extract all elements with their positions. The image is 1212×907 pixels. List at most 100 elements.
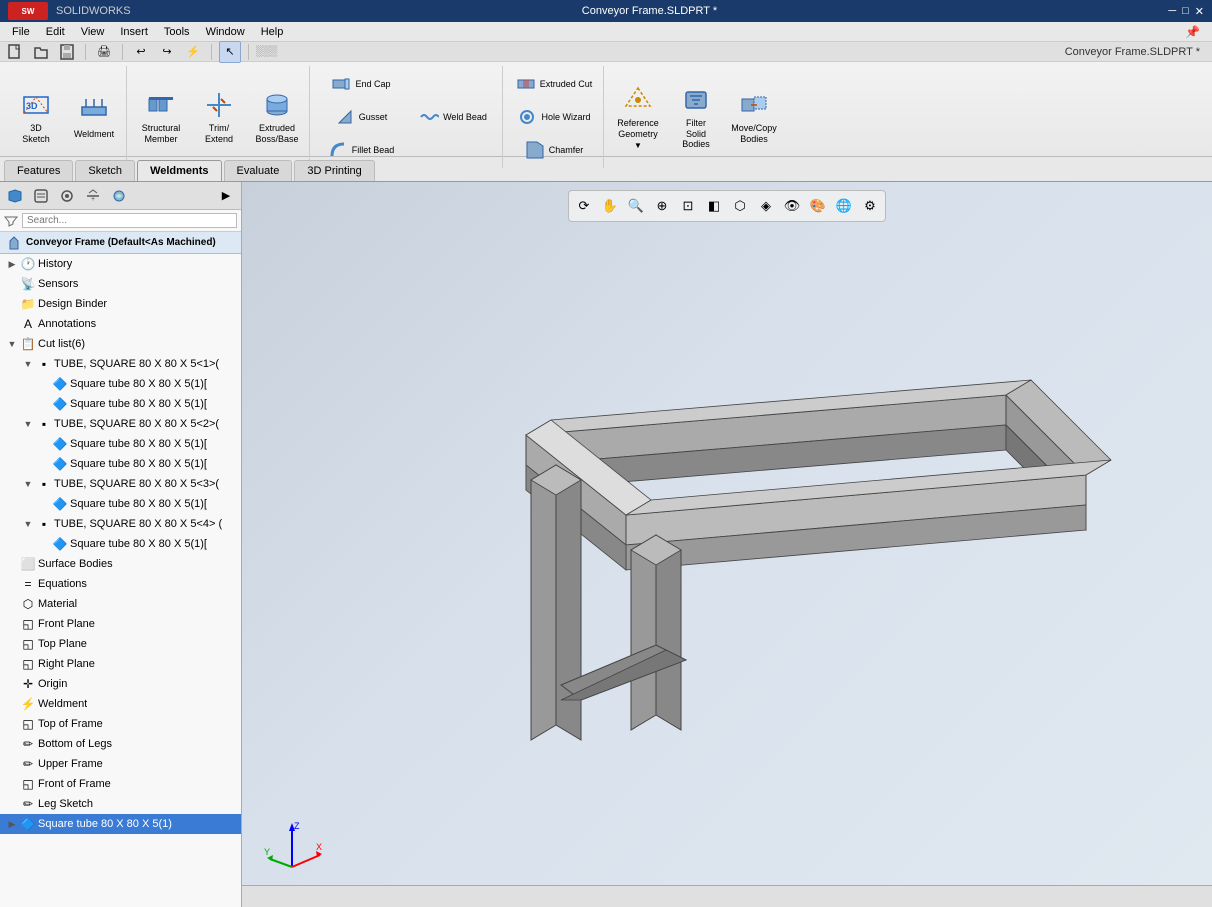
tab-weldments[interactable]: Weldments: [137, 160, 221, 181]
tree-item-upper-frame[interactable]: ▶ ✏ Upper Frame: [0, 754, 241, 774]
extruded-boss-btn[interactable]: ExtrudedBoss/Base: [249, 82, 305, 152]
tree-item-design-binder[interactable]: ▶ 📁 Design Binder: [0, 294, 241, 314]
tree-expand-tube3[interactable]: ▼: [22, 478, 34, 490]
filter-input[interactable]: [22, 213, 237, 228]
new-document-btn[interactable]: [4, 41, 26, 63]
tree-item-tube3[interactable]: ▼ ▪ TUBE, SQUARE 80 X 80 X 5<3>(: [0, 474, 241, 494]
menu-insert[interactable]: Insert: [112, 24, 156, 40]
solidworks-logo: SW: [8, 2, 48, 20]
weldment-btn[interactable]: Weldment: [66, 82, 122, 152]
tab-features[interactable]: Features: [4, 160, 73, 181]
tree-label-upper-frame: Upper Frame: [38, 758, 103, 770]
undo-btn[interactable]: ↩: [130, 41, 152, 63]
toolbar-group-cut: Extruded Cut Hole Wizard: [505, 66, 604, 168]
display-style-btn[interactable]: ◈: [755, 195, 777, 217]
panel-expand-btn[interactable]: ▶: [215, 185, 237, 207]
tree-item-origin[interactable]: ▶ ✛ Origin: [0, 674, 241, 694]
weld-bead-label: Weld Bead: [443, 112, 487, 122]
feature-manager-btn[interactable]: [4, 185, 26, 207]
tree-expand-cutlist[interactable]: ▼: [6, 338, 18, 350]
3d-sketch-btn[interactable]: 3D 3DSketch: [8, 82, 64, 152]
fit-view-btn[interactable]: ⊡: [677, 195, 699, 217]
rebuild-btn[interactable]: ⚡: [182, 41, 204, 63]
tree-expand-square-tube-selected[interactable]: ▶: [6, 818, 18, 830]
maximize-btn[interactable]: □: [1182, 5, 1189, 18]
menu-window[interactable]: Window: [198, 24, 253, 40]
tab-evaluate[interactable]: Evaluate: [224, 160, 293, 181]
rotate-view-btn[interactable]: ⟳: [573, 195, 595, 217]
scene-btn[interactable]: 🌐: [833, 195, 855, 217]
menu-edit[interactable]: Edit: [38, 24, 73, 40]
dime-xpert-btn[interactable]: +: [82, 185, 104, 207]
tree-expand-tube4[interactable]: ▼: [22, 518, 34, 530]
redo-btn[interactable]: ↪: [156, 41, 178, 63]
tree-label-top-plane: Top Plane: [38, 638, 87, 650]
tree-item-tube2-b[interactable]: ▶ 🔷 Square tube 80 X 80 X 5(1)[: [0, 454, 241, 474]
chamfer-btn[interactable]: Chamfer: [509, 134, 599, 166]
tree-item-cutlist[interactable]: ▼ 📋 Cut list(6): [0, 334, 241, 354]
save-document-btn[interactable]: [56, 41, 78, 63]
menu-help[interactable]: Help: [253, 24, 292, 40]
end-cap-btn[interactable]: End Cap: [316, 68, 406, 100]
zoom-view-btn[interactable]: 🔍: [625, 195, 647, 217]
close-btn[interactable]: ✕: [1195, 5, 1204, 18]
appearance-btn[interactable]: 🎨: [807, 195, 829, 217]
pan-view-btn[interactable]: ✋: [599, 195, 621, 217]
tree-item-tube4[interactable]: ▼ ▪ TUBE, SQUARE 80 X 80 X 5<4> (: [0, 514, 241, 534]
tree-item-history[interactable]: ▶ 🕐 History: [0, 254, 241, 274]
tree-item-front-plane[interactable]: ▶ ◱ Front Plane: [0, 614, 241, 634]
view-settings-btn[interactable]: ⚙: [859, 195, 881, 217]
3d-sketch-label: 3DSketch: [22, 123, 50, 145]
tree-item-tube4-a[interactable]: ▶ 🔷 Square tube 80 X 80 X 5(1)[: [0, 534, 241, 554]
minimize-btn[interactable]: ─: [1168, 5, 1176, 18]
hole-wizard-btn[interactable]: Hole Wizard: [509, 101, 599, 133]
tab-sketch[interactable]: Sketch: [75, 160, 135, 181]
tab-3dprinting[interactable]: 3D Printing: [294, 160, 374, 181]
reference-geometry-btn[interactable]: ReferenceGeometry ▼: [610, 82, 666, 152]
menu-tools[interactable]: Tools: [156, 24, 198, 40]
zoom-area-btn[interactable]: ⊕: [651, 195, 673, 217]
tree-item-weldment[interactable]: ▶ ⚡ Weldment: [0, 694, 241, 714]
tree-item-leg-sketch[interactable]: ▶ ✏ Leg Sketch: [0, 794, 241, 814]
menu-file[interactable]: File: [4, 24, 38, 40]
print-btn[interactable]: 🖨: [93, 41, 115, 63]
tree-expand-history[interactable]: ▶: [6, 258, 18, 270]
view-selector-btn[interactable]: ⬡: [729, 195, 751, 217]
tree-item-front-of-frame[interactable]: ▶ ◱ Front of Frame: [0, 774, 241, 794]
tree-item-annotations[interactable]: ▶ A Annotations: [0, 314, 241, 334]
section-view-btn[interactable]: ◧: [703, 195, 725, 217]
tree-item-tube3-a[interactable]: ▶ 🔷 Square tube 80 X 80 X 5(1)[: [0, 494, 241, 514]
trim-extend-btn[interactable]: Trim/Extend: [191, 82, 247, 152]
hide-show-btn[interactable]: 👁: [781, 195, 803, 217]
tree-item-bottom-of-legs[interactable]: ▶ ✏ Bottom of Legs: [0, 734, 241, 754]
extruded-cut-btn[interactable]: Extruded Cut: [509, 68, 599, 100]
tree-item-surface-bodies[interactable]: ▶ ⬜ Surface Bodies: [0, 554, 241, 574]
tree-item-square-tube-selected[interactable]: ▶ 🔷 Square tube 80 X 80 X 5(1): [0, 814, 241, 834]
structural-member-btn[interactable]: StructuralMember: [133, 82, 189, 152]
tree-item-top-plane[interactable]: ▶ ◱ Top Plane: [0, 634, 241, 654]
filter-solid-bodies-btn[interactable]: FilterSolidBodies: [668, 82, 724, 152]
property-manager-btn[interactable]: [30, 185, 52, 207]
tree-item-tube1[interactable]: ▼ ▪ TUBE, SQUARE 80 X 80 X 5<1>(: [0, 354, 241, 374]
tree-expand-tube1[interactable]: ▼: [22, 358, 34, 370]
configuration-manager-btn[interactable]: [56, 185, 78, 207]
tree-expand-tube2[interactable]: ▼: [22, 418, 34, 430]
open-document-btn[interactable]: [30, 41, 52, 63]
tree-item-tube1-a[interactable]: ▶ 🔷 Square tube 80 X 80 X 5(1)[: [0, 374, 241, 394]
tree-item-sensors[interactable]: ▶ 📡 Sensors: [0, 274, 241, 294]
tree-item-material[interactable]: ▶ ⬡ Material: [0, 594, 241, 614]
menu-view[interactable]: View: [73, 24, 113, 40]
tree-item-right-plane[interactable]: ▶ ◱ Right Plane: [0, 654, 241, 674]
display-manager-btn[interactable]: [108, 185, 130, 207]
tree-item-tube2-a[interactable]: ▶ 🔷 Square tube 80 X 80 X 5(1)[: [0, 434, 241, 454]
weld-bead-btn[interactable]: Weld Bead: [408, 101, 498, 133]
select-btn[interactable]: ↖: [219, 41, 241, 63]
3d-viewport[interactable]: ⟳ ✋ 🔍 ⊕ ⊡ ◧ ⬡ ◈ 👁 🎨 🌐 ⚙: [242, 182, 1212, 907]
tree-item-top-of-frame[interactable]: ▶ ◱ Top of Frame: [0, 714, 241, 734]
move-copy-bodies-btn[interactable]: Move/CopyBodies: [726, 82, 782, 152]
tree-item-tube1-b[interactable]: ▶ 🔷 Square tube 80 X 80 X 5(1)[: [0, 394, 241, 414]
tree-item-tube2[interactable]: ▼ ▪ TUBE, SQUARE 80 X 80 X 5<2>(: [0, 414, 241, 434]
gusset-btn[interactable]: Gusset: [316, 101, 406, 133]
tree-item-equations[interactable]: ▶ = Equations: [0, 574, 241, 594]
tree-icon-surface-bodies: ⬜: [20, 556, 36, 572]
